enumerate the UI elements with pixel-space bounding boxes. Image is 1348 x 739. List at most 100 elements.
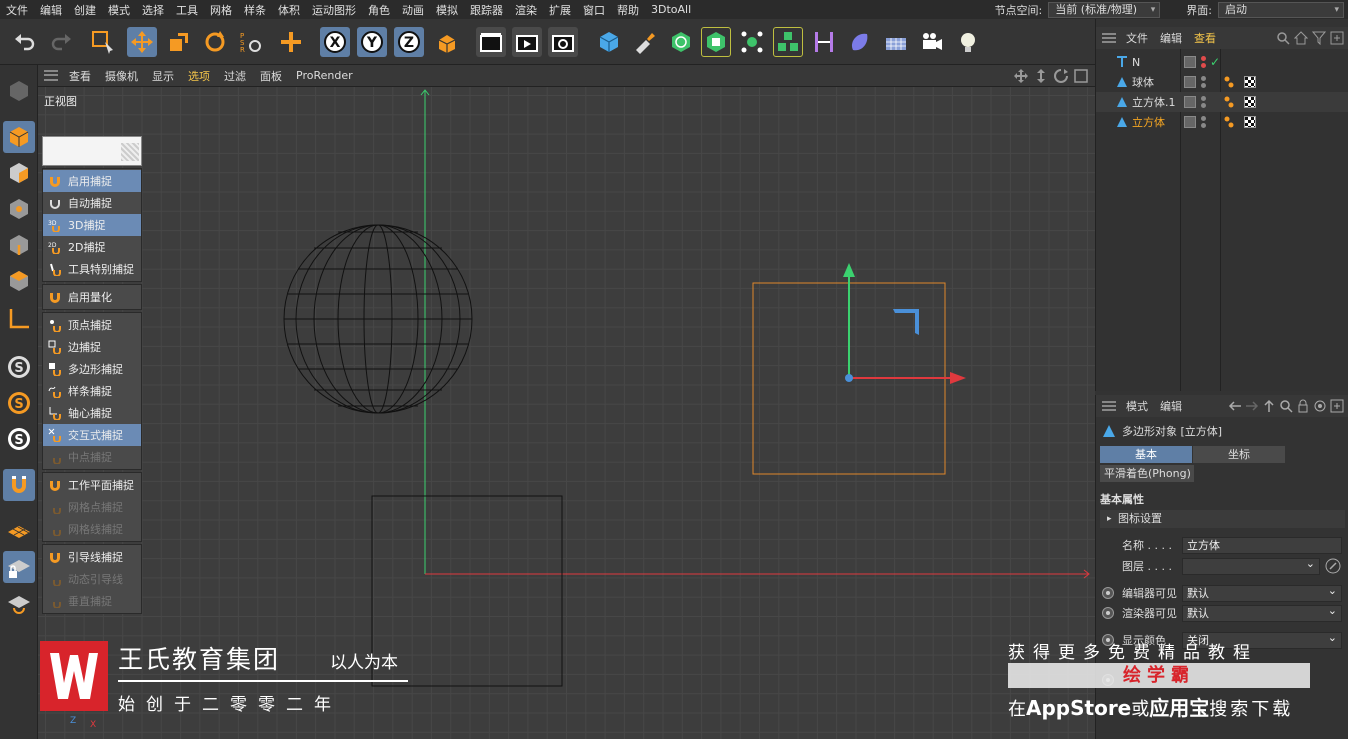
visibility-dots[interactable] — [1200, 95, 1206, 109]
menu-window[interactable]: 窗口 — [577, 2, 611, 18]
solo-single-icon[interactable]: S — [3, 387, 35, 419]
coord-system-icon[interactable] — [432, 27, 462, 57]
om-menu-view[interactable]: 查看 — [1188, 30, 1222, 46]
snap-dynamic-guide[interactable]: 动态引导线 — [43, 568, 141, 590]
grip-icon[interactable] — [1102, 32, 1116, 44]
cube-icon[interactable] — [594, 27, 624, 57]
menu-mode[interactable]: 模式 — [102, 2, 136, 18]
new-window-icon[interactable] — [1330, 31, 1344, 45]
bend-icon[interactable] — [809, 27, 839, 57]
render-settings-icon[interactable] — [548, 27, 578, 57]
object-row-n[interactable]: N ✓ — [1096, 52, 1348, 72]
snap-midpoint[interactable]: 中点捕捉 — [43, 446, 141, 468]
am-menu-mode[interactable]: 模式 — [1120, 398, 1154, 414]
snap-polygon[interactable]: 多边形捕捉 — [43, 358, 141, 380]
extrude-icon[interactable] — [701, 27, 731, 57]
editor-visible-dropdown[interactable]: 默认 — [1182, 583, 1342, 602]
snap-axis[interactable]: 轴心捕捉 — [43, 402, 141, 424]
model-mode-icon[interactable] — [3, 121, 35, 153]
target-icon[interactable] — [1313, 399, 1327, 413]
deformer-icon[interactable] — [845, 27, 875, 57]
node-space-dropdown[interactable]: 当前 (标准/物理) — [1048, 1, 1161, 18]
mograph-icon[interactable] — [773, 27, 803, 57]
scale-icon[interactable] — [164, 27, 194, 57]
workplane-icon[interactable] — [3, 515, 35, 547]
zoom-view-icon[interactable] — [1033, 68, 1049, 84]
up-arrow-icon[interactable] — [1262, 399, 1276, 413]
layer-pick-icon[interactable] — [1324, 557, 1342, 575]
snap-spline[interactable]: 样条捕捉 — [43, 380, 141, 402]
home-icon[interactable] — [1294, 31, 1308, 45]
search-icon[interactable] — [1276, 31, 1290, 45]
move-icon[interactable] — [127, 27, 157, 57]
om-menu-file[interactable]: 文件 — [1120, 30, 1154, 46]
snap-edge[interactable]: 边捕捉 — [43, 336, 141, 358]
menu-mograph[interactable]: 运动图形 — [306, 2, 362, 18]
search-icon[interactable] — [1279, 399, 1293, 413]
snap-menu-search[interactable] — [42, 136, 142, 166]
material-tag-icon[interactable] — [1244, 96, 1256, 108]
menu-volume[interactable]: 体积 — [272, 2, 306, 18]
edges-mode-icon[interactable] — [3, 229, 35, 261]
z-axis-icon[interactable]: Z — [394, 27, 424, 57]
editor-visible-anim-icon[interactable] — [1102, 587, 1114, 599]
cloner-icon[interactable] — [737, 27, 767, 57]
snap-interactive[interactable]: 交互式捕捉 — [43, 424, 141, 446]
axis-mode-icon[interactable] — [3, 303, 35, 335]
render-view-icon[interactable] — [476, 27, 506, 57]
subdivision-icon[interactable] — [666, 27, 696, 57]
live-select-icon[interactable] — [88, 27, 118, 57]
render-picture-viewer-icon[interactable] — [512, 27, 542, 57]
snap-guide[interactable]: 引导线捕捉 — [43, 546, 141, 568]
menu-simulate[interactable]: 模拟 — [430, 2, 464, 18]
grip-icon[interactable] — [44, 69, 58, 83]
new-window-icon[interactable] — [1330, 399, 1344, 413]
texture-mode-icon[interactable] — [3, 157, 35, 189]
solo-off-icon[interactable]: S — [3, 351, 35, 383]
snap-auto[interactable]: 自动捕捉 — [43, 192, 141, 214]
pen-icon[interactable] — [630, 27, 660, 57]
om-menu-edit[interactable]: 编辑 — [1154, 30, 1188, 46]
snap-workplane[interactable]: 工作平面捕捉 — [43, 474, 141, 496]
object-row-cube[interactable]: 立方体 — [1096, 112, 1348, 132]
points-mode-icon[interactable] — [3, 193, 35, 225]
menu-edit[interactable]: 编辑 — [34, 2, 68, 18]
planar-workplane-icon[interactable] — [3, 587, 35, 619]
quantize-enable[interactable]: 启用量化 — [43, 286, 141, 308]
render-visible-anim-icon[interactable] — [1102, 607, 1114, 619]
solo-hierarchy-icon[interactable]: S — [3, 423, 35, 455]
grip-icon[interactable] — [1102, 400, 1116, 412]
plus-move-icon[interactable] — [276, 27, 306, 57]
menu-animate[interactable]: 动画 — [396, 2, 430, 18]
menu-extensions[interactable]: 扩展 — [543, 2, 577, 18]
snap-magnet-icon[interactable] — [3, 469, 35, 501]
icon-settings-group[interactable]: 图标设置 — [1100, 510, 1345, 528]
menu-create[interactable]: 创建 — [68, 2, 102, 18]
y-axis-icon[interactable]: Y — [357, 27, 387, 57]
viewport-menu-prorender[interactable]: ProRender — [289, 69, 360, 82]
filter-icon[interactable] — [1312, 31, 1326, 45]
locked-workplane-icon[interactable] — [3, 551, 35, 583]
pan-view-icon[interactable] — [1013, 68, 1029, 84]
snap-grid-line[interactable]: 网格线捕捉 — [43, 518, 141, 540]
material-tag-icon[interactable] — [1244, 116, 1256, 128]
enabled-check-icon[interactable]: ✓ — [1210, 55, 1220, 69]
layout-dropdown[interactable]: 启动 — [1218, 1, 1344, 18]
snap-grid-point[interactable]: 网格点捕捉 — [43, 496, 141, 518]
redo-icon[interactable] — [46, 27, 76, 57]
viewport-menu-display[interactable]: 显示 — [145, 68, 181, 84]
snap-3d[interactable]: 3D 3D捕捉 — [43, 214, 141, 236]
visibility-dots[interactable] — [1200, 75, 1206, 89]
viewport-menu-panel[interactable]: 面板 — [253, 68, 289, 84]
light-icon[interactable] — [953, 27, 983, 57]
menu-tracker[interactable]: 跟踪器 — [464, 2, 509, 18]
object-row-sphere[interactable]: 球体 — [1096, 72, 1348, 92]
layer-checkbox[interactable] — [1184, 56, 1196, 68]
visibility-dots[interactable] — [1200, 115, 1206, 129]
snap-vertex[interactable]: 顶点捕捉 — [43, 314, 141, 336]
viewport-menu-cameras[interactable]: 摄像机 — [98, 68, 145, 84]
menu-spline[interactable]: 样条 — [238, 2, 272, 18]
maximize-view-icon[interactable] — [1073, 68, 1089, 84]
viewport-menu-options[interactable]: 选项 — [181, 68, 217, 84]
forward-arrow-icon[interactable] — [1245, 399, 1259, 413]
